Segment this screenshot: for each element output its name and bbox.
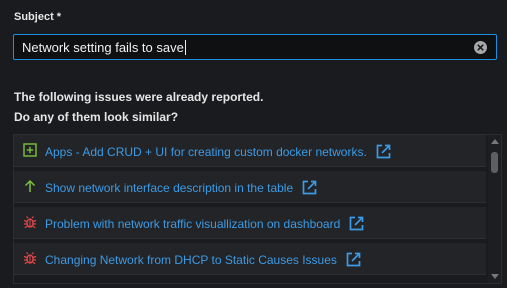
external-link-icon[interactable] [301, 179, 318, 196]
arrow-up-icon [24, 179, 36, 192]
subject-input-value[interactable]: Network setting fails to save [22, 40, 186, 55]
text-caret [184, 40, 186, 55]
subject-input[interactable]: Network setting fails to save [13, 34, 497, 60]
issue-link[interactable]: Problem with network traffic visuallizat… [45, 215, 365, 232]
close-icon [477, 44, 484, 51]
plus-square-icon [23, 143, 37, 157]
bug-icon [23, 252, 37, 265]
issue-link[interactable]: Show network interface description in th… [45, 179, 318, 196]
external-link-icon[interactable] [375, 143, 392, 160]
bug-icon [23, 216, 37, 229]
scroll-down-arrow-icon[interactable] [491, 274, 499, 279]
list-item: Apps - Add CRUD + UI for creating custom… [14, 135, 486, 167]
scroll-thumb[interactable] [491, 152, 498, 173]
external-link-icon[interactable] [345, 251, 362, 268]
similar-issues-question: Do any of them look similar? [14, 110, 179, 124]
subject-label: Subject * [14, 11, 62, 23]
list-item: Changing Network from DHCP to Static Cau… [14, 243, 486, 275]
list-item: Show network interface description in th… [14, 171, 486, 203]
issue-link[interactable]: Apps - Add CRUD + UI for creating custom… [45, 143, 392, 160]
similar-issues-heading: The following issues were already report… [14, 90, 264, 104]
list-item: Problem with network traffic visuallizat… [14, 207, 486, 239]
issue-form: Subject * Network setting fails to save … [0, 0, 507, 288]
list-scrollbar[interactable] [488, 135, 501, 283]
issue-link[interactable]: Changing Network from DHCP to Static Cau… [45, 251, 362, 268]
external-link-icon[interactable] [348, 215, 365, 232]
scroll-up-arrow-icon[interactable] [491, 139, 499, 144]
clear-input-button[interactable] [474, 41, 487, 54]
similar-issues-list: Apps - Add CRUD + UI for creating custom… [13, 134, 502, 284]
